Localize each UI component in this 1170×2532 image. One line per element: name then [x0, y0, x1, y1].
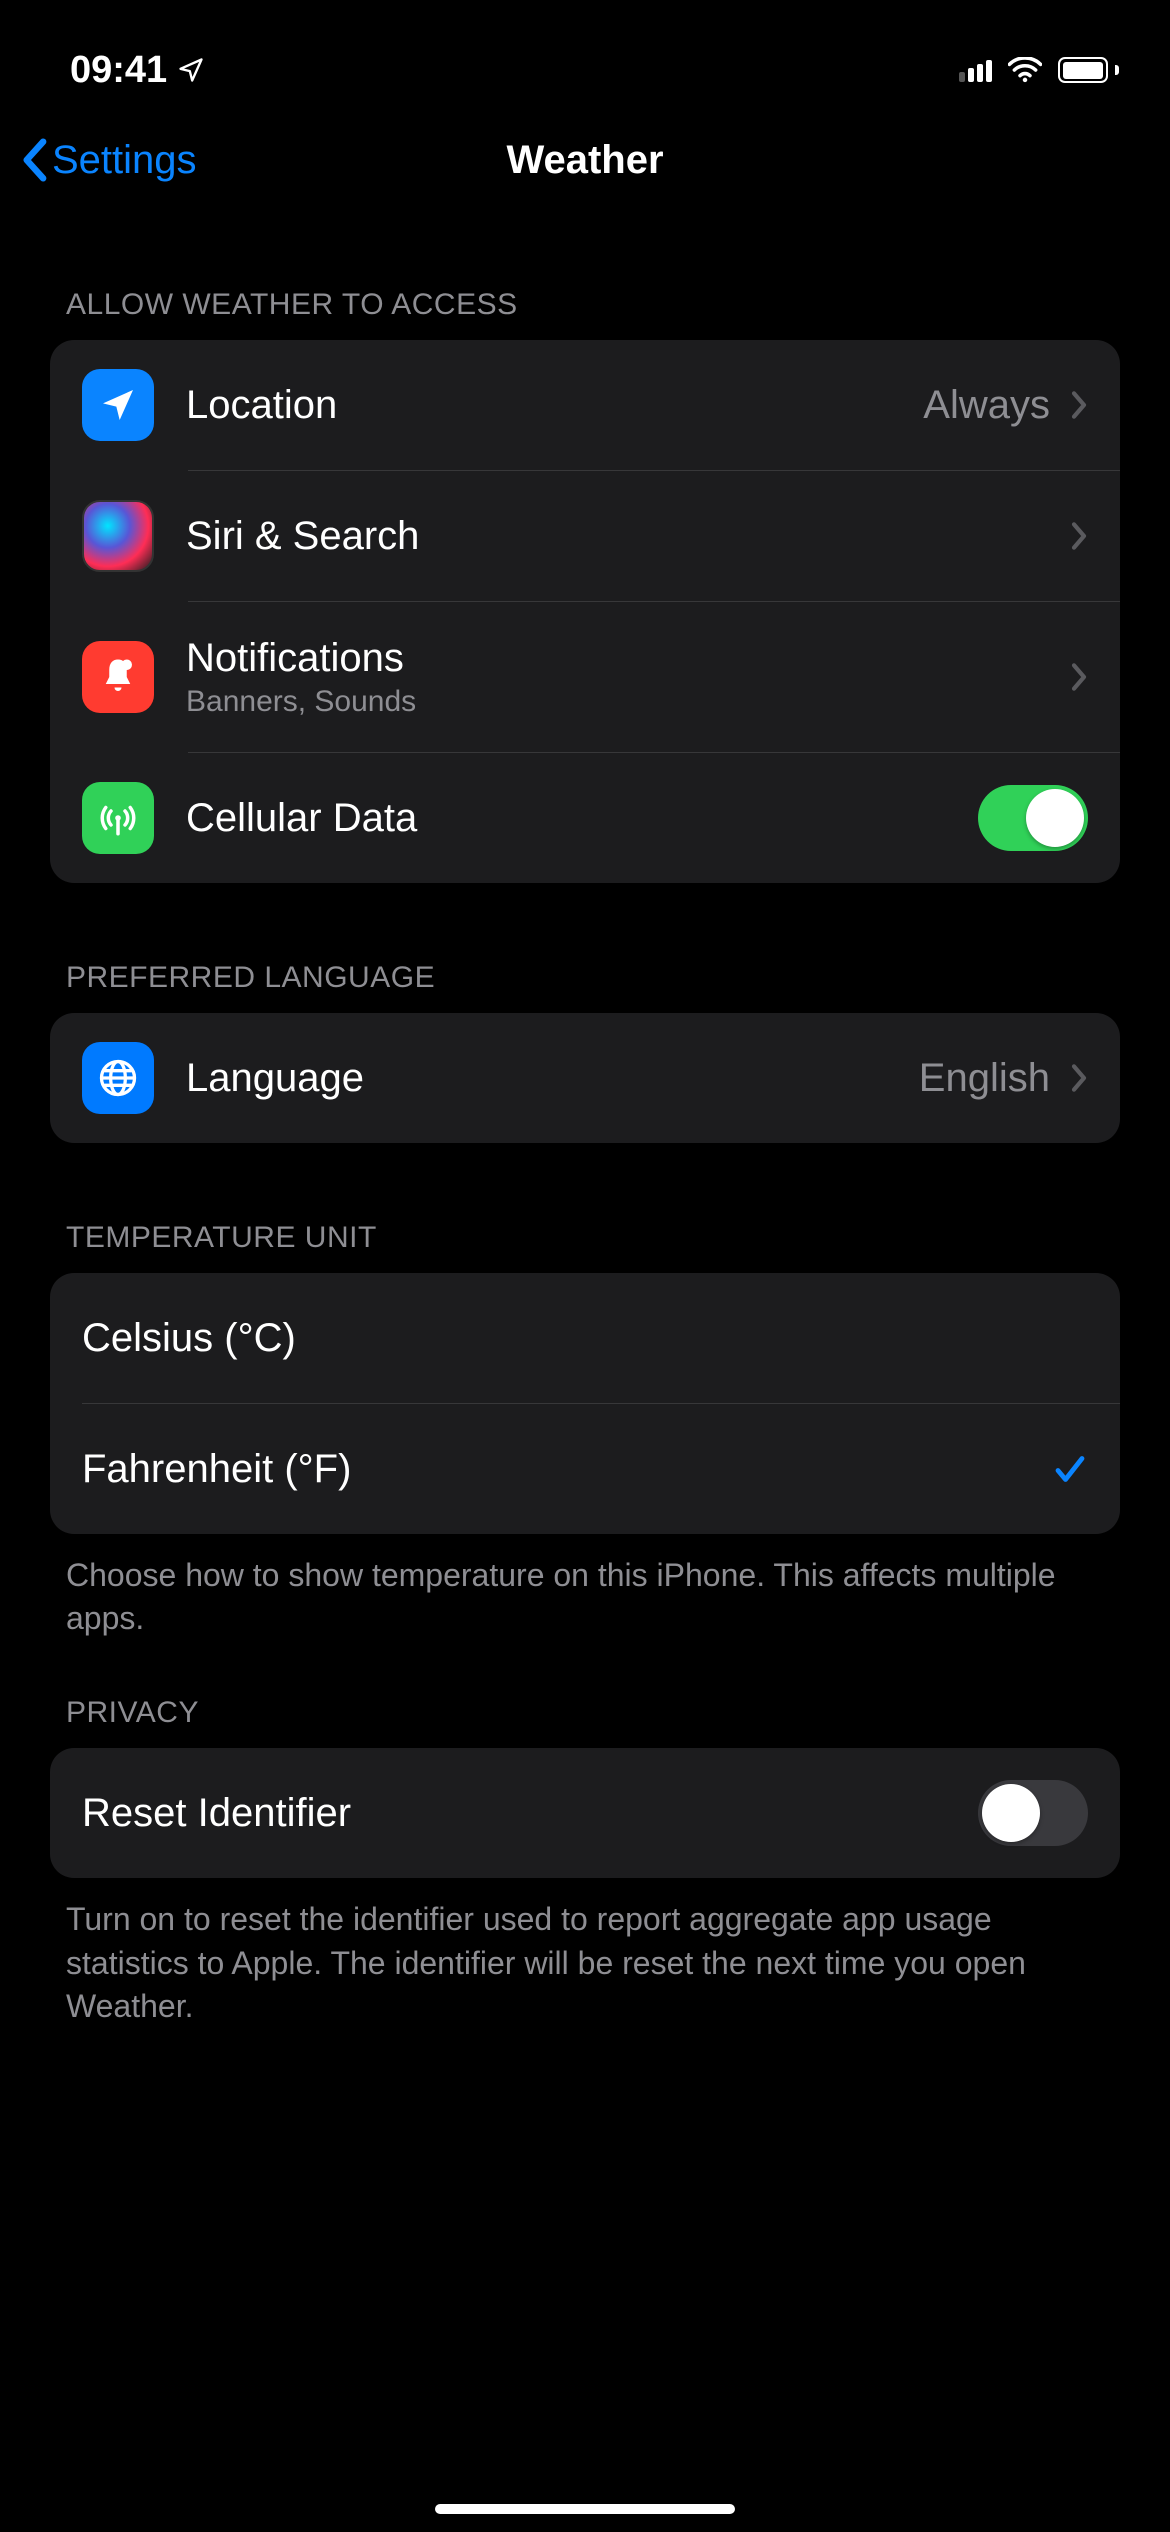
section-header-privacy: PRIVACY: [50, 1640, 1120, 1748]
siri-label: Siri & Search: [186, 514, 419, 559]
section-header-access: ALLOW WEATHER TO ACCESS: [50, 210, 1120, 340]
status-left: 09:41: [70, 49, 205, 92]
row-notifications[interactable]: Notifications Banners, Sounds: [50, 602, 1120, 752]
location-label: Location: [186, 383, 337, 428]
row-fahrenheit[interactable]: Fahrenheit (°F): [50, 1404, 1120, 1534]
notifications-sublabel: Banners, Sounds: [186, 685, 1070, 719]
cellular-signal-icon: [959, 58, 992, 82]
group-language: Language English: [50, 1013, 1120, 1143]
chevron-right-icon: [1070, 1063, 1088, 1093]
row-location[interactable]: Location Always: [50, 340, 1120, 470]
siri-icon: [82, 500, 154, 572]
checkmark-icon: [1052, 1451, 1088, 1487]
privacy-footer: Turn on to reset the identifier used to …: [50, 1878, 1120, 2028]
location-services-icon: [177, 56, 205, 84]
status-bar: 09:41: [0, 0, 1170, 110]
battery-icon: [1058, 57, 1114, 83]
reset-identifier-label: Reset Identifier: [82, 1791, 351, 1836]
page-title: Weather: [506, 138, 663, 183]
location-icon: [82, 369, 154, 441]
section-header-language: PREFERRED LANGUAGE: [50, 883, 1120, 1013]
chevron-right-icon: [1070, 390, 1088, 420]
status-time: 09:41: [70, 49, 167, 92]
back-button[interactable]: Settings: [20, 138, 197, 183]
fahrenheit-label: Fahrenheit (°F): [82, 1447, 351, 1492]
chevron-right-icon: [1070, 521, 1088, 551]
group-temperature: Celsius (°C) Fahrenheit (°F): [50, 1273, 1120, 1534]
cellular-toggle[interactable]: [978, 785, 1088, 851]
home-indicator[interactable]: [435, 2504, 735, 2514]
reset-identifier-toggle[interactable]: [978, 1780, 1088, 1846]
row-cellular-data: Cellular Data: [50, 753, 1120, 883]
chevron-left-icon: [20, 138, 48, 182]
language-value: English: [919, 1056, 1050, 1101]
row-language[interactable]: Language English: [50, 1013, 1120, 1143]
row-reset-identifier: Reset Identifier: [50, 1748, 1120, 1878]
status-right: [959, 57, 1114, 83]
row-celsius[interactable]: Celsius (°C): [50, 1273, 1120, 1403]
group-access: Location Always Siri & Search Notificati…: [50, 340, 1120, 883]
notifications-icon: [82, 641, 154, 713]
section-header-temperature: TEMPERATURE UNIT: [50, 1143, 1120, 1273]
globe-icon: [82, 1042, 154, 1114]
location-value: Always: [923, 383, 1050, 428]
chevron-right-icon: [1070, 662, 1088, 692]
temperature-footer: Choose how to show temperature on this i…: [50, 1534, 1120, 1640]
notifications-label: Notifications: [186, 636, 1070, 681]
wifi-icon: [1008, 57, 1042, 83]
group-privacy: Reset Identifier: [50, 1748, 1120, 1878]
cellular-label: Cellular Data: [186, 796, 417, 841]
language-label: Language: [186, 1056, 364, 1101]
celsius-label: Celsius (°C): [82, 1316, 296, 1361]
navigation-bar: Settings Weather: [0, 110, 1170, 210]
back-label: Settings: [52, 138, 197, 183]
cellular-data-icon: [82, 782, 154, 854]
row-siri-search[interactable]: Siri & Search: [50, 471, 1120, 601]
